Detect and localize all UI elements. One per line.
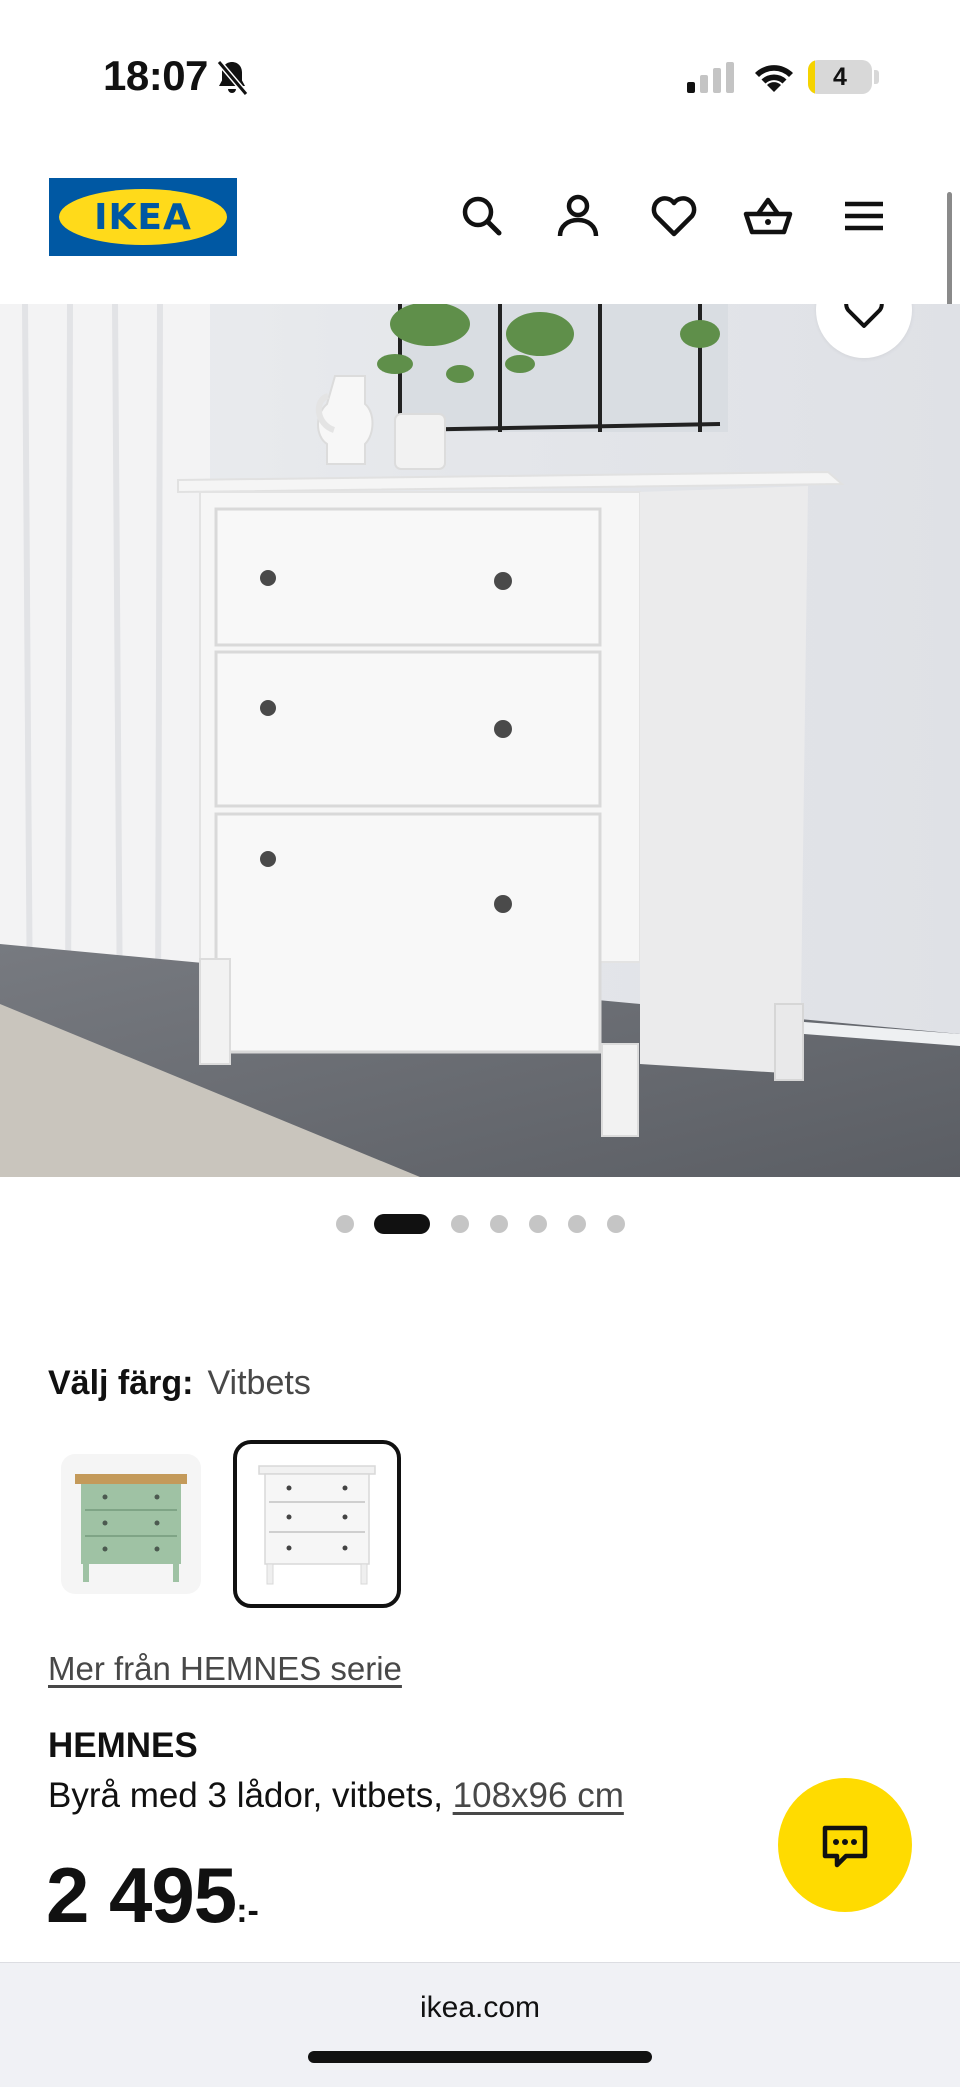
- color-option-green[interactable]: [61, 1454, 201, 1594]
- product-description-text: Byrå med 3 lådor, vitbets,: [48, 1776, 453, 1815]
- favorites-icon[interactable]: [648, 190, 700, 242]
- bell-muted-icon: [216, 60, 249, 96]
- chat-button[interactable]: [778, 1778, 912, 1912]
- product-description: Byrå med 3 lådor, vitbets, 108x96 cm: [48, 1776, 624, 1816]
- color-label: Välj färg:: [48, 1364, 194, 1402]
- dresser-photo: [0, 304, 960, 1177]
- search-icon[interactable]: [456, 190, 508, 242]
- status-bar: 18:07 4: [0, 0, 960, 150]
- site-header: IKEA: [0, 150, 960, 304]
- image-carousel-dots: [0, 1212, 960, 1236]
- product-name: HEMNES: [48, 1726, 198, 1765]
- status-time: 18:07: [103, 52, 208, 99]
- color-option-vitbets[interactable]: [233, 1440, 401, 1608]
- heart-icon: [844, 304, 884, 328]
- basket-icon[interactable]: [742, 190, 794, 242]
- account-icon[interactable]: [552, 190, 604, 242]
- carousel-dot[interactable]: [567, 1215, 586, 1233]
- product-size-link[interactable]: 108x96 cm: [453, 1776, 624, 1815]
- url-text[interactable]: ikea.com: [0, 1991, 960, 2025]
- home-indicator[interactable]: [308, 2051, 652, 2063]
- carousel-dot[interactable]: [450, 1215, 469, 1233]
- signal-icon: [687, 62, 734, 93]
- chat-icon: [822, 1825, 868, 1868]
- carousel-dot[interactable]: [374, 1214, 430, 1234]
- ikea-logo[interactable]: IKEA: [49, 178, 237, 256]
- selected-color: Vitbets: [207, 1364, 311, 1402]
- price-value: 2 495: [46, 1851, 237, 1939]
- battery-tip: [874, 70, 879, 84]
- series-link[interactable]: Mer från HEMNES serie: [48, 1650, 402, 1688]
- carousel-dot[interactable]: [335, 1215, 354, 1233]
- menu-icon[interactable]: [838, 190, 890, 242]
- product-price: 2 495:-: [46, 1850, 259, 1941]
- color-selector-label: Välj färg: Vitbets: [48, 1364, 311, 1403]
- carousel-dot[interactable]: [606, 1215, 625, 1233]
- battery-level: 4: [833, 63, 847, 91]
- battery-indicator: 4: [808, 60, 872, 94]
- green-dresser-thumbnail: [75, 1474, 187, 1582]
- logo-text: IKEA: [94, 196, 192, 238]
- price-currency: :-: [236, 1892, 259, 1930]
- product-image[interactable]: [0, 304, 960, 1177]
- white-dresser-thumbnail: [258, 1465, 376, 1585]
- browser-address-bar[interactable]: ikea.com: [0, 1962, 960, 2087]
- wifi-icon: [755, 65, 793, 92]
- carousel-dot[interactable]: [489, 1215, 508, 1233]
- carousel-dot[interactable]: [528, 1215, 547, 1233]
